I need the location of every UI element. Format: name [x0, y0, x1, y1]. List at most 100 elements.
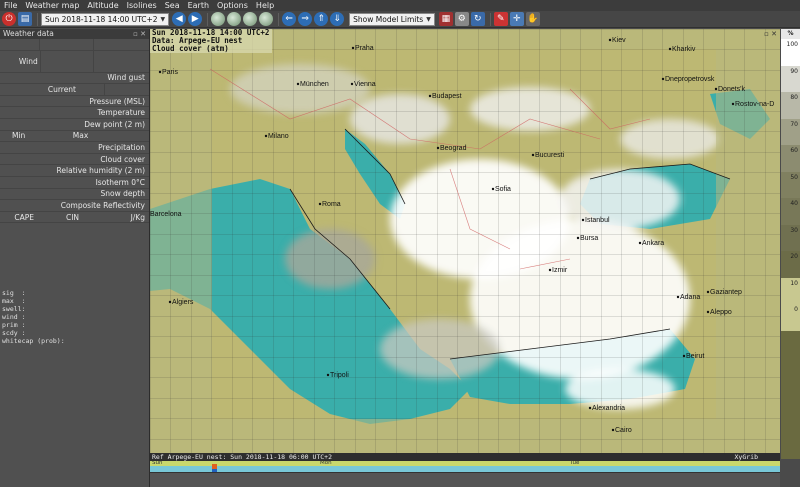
- city-dot: [548, 268, 552, 272]
- menu-bar: File Weather map Altitude Isolines Sea E…: [0, 0, 800, 11]
- timeline[interactable]: Sun Mon Tue: [150, 460, 780, 478]
- row-wind-gust: Wind gust: [0, 73, 149, 85]
- legend-cell: 0: [781, 304, 800, 331]
- menu-isolines[interactable]: Isolines: [123, 0, 161, 11]
- row-temperature: Temperature: [0, 107, 149, 119]
- city-label: Beirut: [686, 353, 704, 360]
- panel-float-close-icon[interactable]: ▫ ✕: [133, 29, 149, 39]
- row-wind: Wind: [0, 50, 149, 73]
- legend-cell: 90: [781, 65, 800, 92]
- city-dot: [661, 77, 665, 81]
- arrow-left-icon[interactable]: ⇐: [282, 12, 297, 26]
- city-dot: [706, 310, 710, 314]
- legend-scale: 100 90 80 70 60 50 40 30 20 10 0: [781, 39, 800, 331]
- city-label: Paris: [162, 69, 178, 76]
- weather-map[interactable]: Praha Kiev Kharkiv Paris München Vienna Dnepro…: [150, 29, 780, 459]
- label-dew-point: Dew point (2 m): [84, 119, 145, 129]
- legend-value: 30: [790, 226, 798, 234]
- city-label: Istanbul: [585, 217, 610, 224]
- chevron-down-icon: ▼: [160, 15, 166, 23]
- city-label: Bucuresti: [535, 152, 565, 159]
- legend-value: 90: [790, 67, 798, 75]
- city-dot: [676, 295, 680, 299]
- cell: [94, 51, 149, 72]
- open-file-icon[interactable]: ▤: [18, 12, 32, 26]
- label-precipitation: Precipitation: [98, 142, 145, 152]
- previous-step-icon[interactable]: ◀: [172, 12, 187, 26]
- hand-pan-icon[interactable]: ✋: [525, 12, 540, 26]
- color-legend: % 100 90 80 70 60 50 40 30 20 10 0: [781, 29, 800, 459]
- city-label: Roma: [322, 201, 341, 208]
- row-precipitation: Precipitation: [0, 142, 149, 154]
- chevron-down-icon: ▼: [426, 15, 431, 23]
- route-icon[interactable]: ✎: [493, 12, 508, 26]
- city-label: Ankara: [642, 240, 664, 247]
- legend-value: 20: [790, 253, 798, 260]
- horizontal-scroll-area[interactable]: [150, 472, 780, 487]
- zoom-out-icon[interactable]: [227, 12, 242, 26]
- info-line: prim :: [2, 321, 26, 329]
- city-dot: [326, 373, 330, 377]
- settings-icon[interactable]: ⚙: [454, 12, 469, 26]
- arrow-up-icon[interactable]: ⇑: [314, 12, 329, 26]
- info-line: whitecap (prob):: [2, 337, 65, 345]
- zoom-fit-icon[interactable]: [243, 12, 258, 26]
- model-limits-select[interactable]: Show Model Limits ▼: [349, 12, 435, 26]
- legend-value: 50: [790, 173, 798, 181]
- legend-value: 0: [794, 306, 798, 313]
- meteotable-icon[interactable]: ▦: [438, 12, 453, 26]
- zoom-all-icon[interactable]: [259, 12, 274, 26]
- legend-value: 100: [786, 41, 798, 48]
- power-icon[interactable]: ⏻: [2, 12, 16, 26]
- menu-altitude[interactable]: Altitude: [83, 0, 122, 11]
- legend-value: 70: [790, 120, 798, 128]
- row-cloud-cover: Cloud cover: [0, 154, 149, 166]
- date-select[interactable]: Sun 2018-11-18 14:00 UTC+2 ▼: [41, 12, 170, 26]
- label-wind-gust: Wind gust: [107, 73, 145, 83]
- refresh-icon[interactable]: ↻: [470, 12, 485, 26]
- menu-file[interactable]: File: [0, 0, 21, 11]
- menu-weather-map[interactable]: Weather map: [21, 0, 83, 11]
- model-limits-label: Show Model Limits: [353, 14, 424, 24]
- toolbar-separator: [37, 12, 38, 26]
- map-panel-close-icon[interactable]: ▫ ✕: [764, 30, 777, 38]
- label-snow-depth: Snow depth: [100, 189, 145, 199]
- city-label: Sofia: [495, 186, 511, 193]
- city-label: Bursa: [580, 235, 598, 242]
- legend-unit: %: [781, 29, 800, 39]
- city-dot: [638, 241, 642, 245]
- city-dot: [318, 202, 322, 206]
- select-area-icon[interactable]: ✛: [509, 12, 524, 26]
- city-dot: [436, 146, 440, 150]
- menu-earth[interactable]: Earth: [184, 0, 213, 11]
- cell: [104, 84, 105, 95]
- label-cloud-cover: Cloud cover: [100, 154, 145, 164]
- label-current: Current: [47, 84, 76, 94]
- city-label: Donets'k: [718, 86, 746, 93]
- vertical-scroll-area[interactable]: [781, 459, 800, 487]
- legend-cell: 70: [781, 118, 800, 145]
- label-min: Min: [12, 131, 26, 141]
- zoom-in-icon[interactable]: [211, 12, 226, 26]
- city-label: Alexandria: [592, 405, 625, 412]
- info-line: sig :: [2, 289, 26, 297]
- label-jkg: J/Kg: [130, 212, 145, 222]
- info-line: wind :: [2, 313, 26, 321]
- arrow-right-icon[interactable]: ⇒: [298, 12, 313, 26]
- menu-sea[interactable]: Sea: [161, 0, 184, 11]
- menu-options[interactable]: Options: [213, 0, 252, 11]
- menu-help[interactable]: Help: [252, 0, 278, 11]
- status-text: Ref Arpege-EU nest: Sun 2018-11-18 06:00…: [152, 453, 333, 461]
- next-step-icon[interactable]: ▶: [188, 12, 203, 26]
- panel-title: Weather data: [3, 29, 54, 38]
- city-label: Gaziantep: [710, 289, 742, 296]
- legend-cell: 30: [781, 224, 800, 251]
- arrow-down-icon[interactable]: ⇓: [330, 12, 345, 26]
- legend-value: 10: [790, 279, 798, 287]
- status-bar: Ref Arpege-EU nest: Sun 2018-11-18 06:00…: [150, 453, 780, 461]
- label-cin: CIN: [65, 212, 80, 222]
- row-current: Current: [0, 84, 149, 96]
- row-empty: [0, 39, 149, 51]
- city-dot: [158, 70, 162, 74]
- row-min-max: Min Max: [0, 131, 149, 143]
